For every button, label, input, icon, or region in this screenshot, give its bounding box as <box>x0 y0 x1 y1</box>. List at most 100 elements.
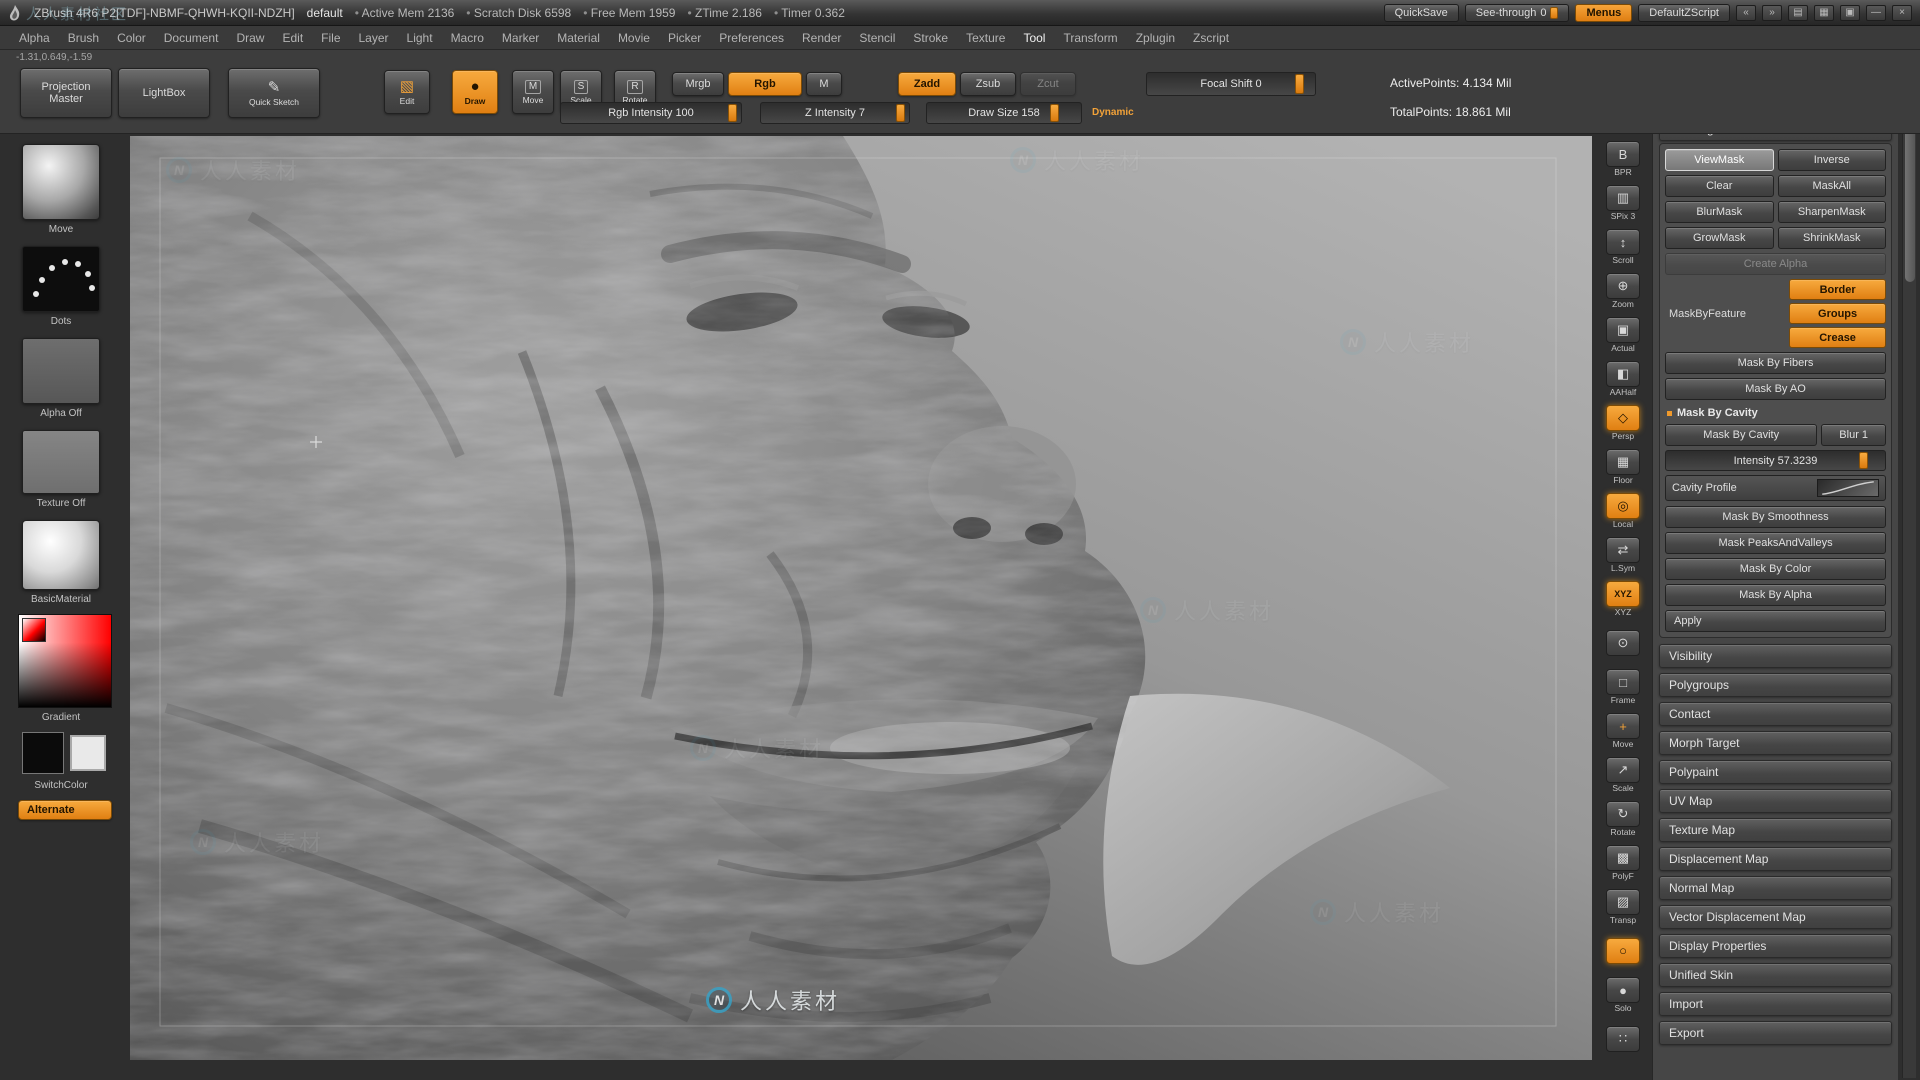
bpr-button[interactable]: B BPR <box>1600 138 1646 180</box>
cavity-intensity-slider[interactable]: Intensity 57.3239 <box>1665 450 1886 471</box>
mrgb-button[interactable]: Mrgb <box>672 72 724 96</box>
menu-tool[interactable]: Tool <box>1014 31 1054 45</box>
see-through-slider[interactable]: See-through 0 <box>1464 3 1570 22</box>
inverse-button[interactable]: Inverse <box>1777 149 1886 171</box>
menu-color[interactable]: Color <box>108 31 155 45</box>
rgb-intensity-handle[interactable] <box>728 104 738 122</box>
panel-scrollbar[interactable] <box>1902 28 1916 1078</box>
section-display-properties[interactable]: Display Properties <box>1659 934 1892 958</box>
alt-color-swatch[interactable] <box>70 735 106 771</box>
magnify-icon[interactable]: ⊙ <box>1600 622 1646 664</box>
m-button[interactable]: M <box>806 72 842 96</box>
current-stroke-thumbnail[interactable] <box>22 246 100 312</box>
current-brush-thumbnail[interactable] <box>22 144 100 220</box>
blurmask-button[interactable]: BlurMask <box>1665 201 1774 223</box>
scale-3d-button[interactable]: ↗ Scale <box>1600 754 1646 796</box>
z-intensity-slider[interactable]: Z Intensity 7 <box>760 102 910 124</box>
polyframe-button[interactable]: ▩ PolyF <box>1600 842 1646 884</box>
section-visibility[interactable]: Visibility <box>1659 644 1892 668</box>
menu-brush[interactable]: Brush <box>59 31 108 45</box>
quick-sketch-button[interactable]: ✎ Quick Sketch <box>228 68 320 118</box>
move-mode-button[interactable]: M Move <box>512 70 554 114</box>
section-normal-map[interactable]: Normal Map <box>1659 876 1892 900</box>
next-doc-icon[interactable]: » <box>1762 4 1782 21</box>
section-polypaint[interactable]: Polypaint <box>1659 760 1892 784</box>
close-icon[interactable]: × <box>1892 4 1912 21</box>
menu-light[interactable]: Light <box>398 31 442 45</box>
lsym-button[interactable]: ⇄ L.Sym <box>1600 534 1646 576</box>
section-morph-target[interactable]: Morph Target <box>1659 731 1892 755</box>
default-zscript-button[interactable]: DefaultZScript <box>1638 3 1730 22</box>
menus-button[interactable]: Menus <box>1575 3 1633 22</box>
local-button[interactable]: ◎ Local <box>1600 490 1646 532</box>
section-export[interactable]: Export <box>1659 1021 1892 1045</box>
projection-master-button[interactable]: Projection Master <box>20 68 112 118</box>
solo-button[interactable]: ● Solo <box>1600 974 1646 1016</box>
frame-button[interactable]: □ Frame <box>1600 666 1646 708</box>
alternate-button[interactable]: Alternate <box>18 800 112 820</box>
current-material-thumbnail[interactable] <box>22 520 100 590</box>
menu-edit[interactable]: Edit <box>273 31 312 45</box>
zadd-button[interactable]: Zadd <box>898 72 956 96</box>
section-unified-skin[interactable]: Unified Skin <box>1659 963 1892 987</box>
menu-picker[interactable]: Picker <box>659 31 710 45</box>
menu-preferences[interactable]: Preferences <box>710 31 793 45</box>
panels-icon[interactable]: ▤ <box>1788 4 1808 21</box>
move-3d-button[interactable]: + Move <box>1600 710 1646 752</box>
menu-document[interactable]: Document <box>155 31 228 45</box>
menu-marker[interactable]: Marker <box>493 31 548 45</box>
document-canvas[interactable]: N人人素材 N人人素材 N人人素材 N人人素材 N人人素材 N人人素材 N人人素… <box>130 136 1592 1060</box>
menu-layer[interactable]: Layer <box>350 31 398 45</box>
menu-stroke[interactable]: Stroke <box>904 31 957 45</box>
zsub-button[interactable]: Zsub <box>960 72 1016 96</box>
section-uv-map[interactable]: UV Map <box>1659 789 1892 813</box>
zoom-button[interactable]: ⊕ Zoom <box>1600 270 1646 312</box>
mask-by-alpha-button[interactable]: Mask By Alpha <box>1665 584 1886 606</box>
mask-by-smoothness-button[interactable]: Mask By Smoothness <box>1665 506 1886 528</box>
draw-button[interactable]: ● Draw <box>452 70 498 114</box>
spix-slider[interactable]: ▥ SPix 3 <box>1600 182 1646 224</box>
menu-stencil[interactable]: Stencil <box>850 31 904 45</box>
menu-render[interactable]: Render <box>793 31 850 45</box>
section-vector-displacement-map[interactable]: Vector Displacement Map <box>1659 905 1892 929</box>
menu-zscript[interactable]: Zscript <box>1184 31 1238 45</box>
menu-macro[interactable]: Macro <box>442 31 493 45</box>
floor-button[interactable]: ▦ Floor <box>1600 446 1646 488</box>
apply-button[interactable]: Apply <box>1665 610 1886 632</box>
menu-zplugin[interactable]: Zplugin <box>1127 31 1184 45</box>
cavity-profile-widget[interactable]: Cavity Profile <box>1665 475 1886 501</box>
edit-button[interactable]: ▧ Edit <box>384 70 430 114</box>
shrinkmask-button[interactable]: ShrinkMask <box>1777 227 1886 249</box>
mask-peaks-and-valleys-button[interactable]: Mask PeaksAndValleys <box>1665 532 1886 554</box>
menu-draw[interactable]: Draw <box>227 31 273 45</box>
prev-doc-icon[interactable]: « <box>1736 4 1756 21</box>
feature-groups-button[interactable]: Groups <box>1789 303 1886 324</box>
section-texture-map[interactable]: Texture Map <box>1659 818 1892 842</box>
aahalf-button[interactable]: ◧ AAHalf <box>1600 358 1646 400</box>
persp-button[interactable]: ◇ Persp <box>1600 402 1646 444</box>
z-intensity-handle[interactable] <box>895 104 905 122</box>
dynamic-toggle[interactable]: Dynamic <box>1092 107 1134 118</box>
viewmask-button[interactable]: ViewMask <box>1665 149 1774 171</box>
menu-alpha[interactable]: Alpha <box>10 31 59 45</box>
cavity-intensity-handle[interactable] <box>1858 452 1868 469</box>
mask-by-cavity-button[interactable]: Mask By Cavity <box>1665 424 1818 446</box>
section-contact[interactable]: Contact <box>1659 702 1892 726</box>
actual-button[interactable]: ▣ Actual <box>1600 314 1646 356</box>
grid-button[interactable]: ∷ <box>1600 1018 1646 1060</box>
current-texture-thumbnail[interactable] <box>22 430 100 494</box>
growmask-button[interactable]: GrowMask <box>1665 227 1774 249</box>
current-alpha-thumbnail[interactable] <box>22 338 100 404</box>
menu-transform[interactable]: Transform <box>1054 31 1126 45</box>
sharpenmask-button[interactable]: SharpenMask <box>1777 201 1886 223</box>
menu-file[interactable]: File <box>312 31 349 45</box>
cavity-blur-slider[interactable]: Blur 1 <box>1821 424 1886 446</box>
color-picker-inner-swatch[interactable] <box>22 618 46 642</box>
main-color-swatch[interactable] <box>22 732 64 774</box>
layout-icon[interactable]: ▦ <box>1814 4 1834 21</box>
section-displacement-map[interactable]: Displacement Map <box>1659 847 1892 871</box>
mask-by-fibers-button[interactable]: Mask By Fibers <box>1665 352 1886 374</box>
focal-shift-handle[interactable] <box>1294 74 1304 94</box>
transparency-button[interactable]: ▨ Transp <box>1600 886 1646 928</box>
rotate-3d-button[interactable]: ↻ Rotate <box>1600 798 1646 840</box>
